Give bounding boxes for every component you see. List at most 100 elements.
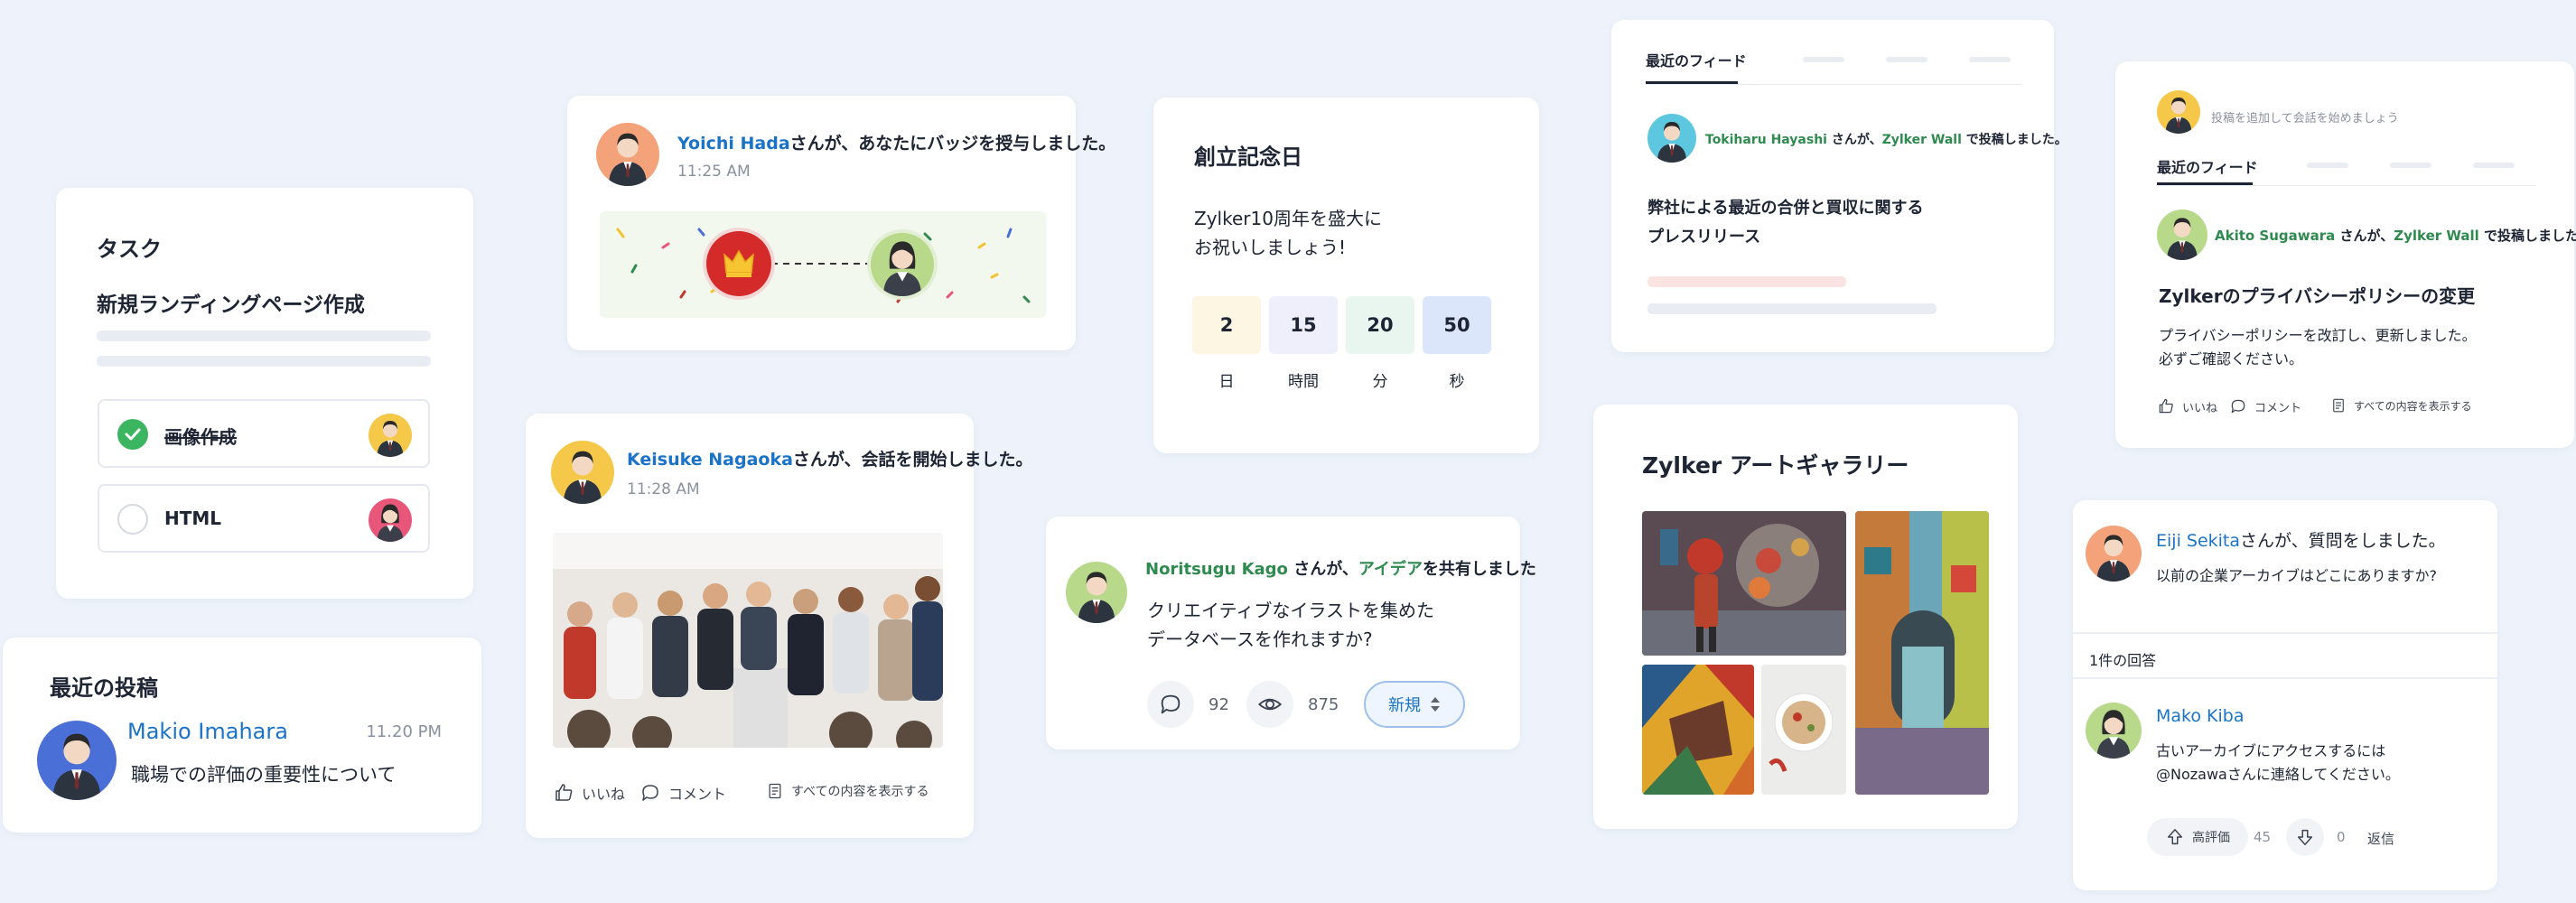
- gallery-image-street-art[interactable]: [1642, 511, 1846, 656]
- comment-count-button[interactable]: 92: [1147, 681, 1229, 728]
- gallery-image-geometric[interactable]: [1642, 665, 1754, 795]
- user-name[interactable]: Noritsugu Kago: [1145, 560, 1288, 579]
- like-icon: [553, 782, 574, 804]
- conversation-text: さんが、会話を開始しました。: [792, 450, 1033, 470]
- countdown-unit: 日: [1218, 373, 1235, 391]
- headline-text: で投稿しました。: [1961, 133, 2067, 147]
- comment-label: コメント: [2254, 401, 2302, 415]
- tab-divider: [2157, 185, 2536, 186]
- user-name[interactable]: Akito Sugawara: [2215, 228, 2335, 244]
- tab-placeholder[interactable]: [2390, 163, 2431, 168]
- question-card: Eiji Sekitaさんが、質問をしました。 以前の企業アーカイブはどこにあり…: [2073, 500, 2497, 890]
- gallery-image-food[interactable]: [1761, 665, 1846, 795]
- like-button[interactable]: いいね: [553, 782, 625, 804]
- upvote-arrow-icon: [2167, 829, 2183, 845]
- comment-bubble-icon: [1147, 681, 1194, 728]
- idea-line1: クリエイティブなイラストを集めた: [1147, 600, 1434, 621]
- feed-tab-active[interactable]: 最近のフィード: [1646, 49, 1747, 70]
- author-name[interactable]: Makio Imahara: [127, 719, 288, 744]
- eye-icon: [1246, 681, 1293, 728]
- wall-link[interactable]: Zylker Wall: [2394, 228, 2479, 244]
- check-icon[interactable]: [117, 419, 148, 450]
- countdown: 2 日 15 時間 20 分 50 秒: [1192, 296, 1491, 391]
- divider: [2073, 632, 2497, 634]
- conversation-photo[interactable]: [553, 533, 943, 748]
- user-name[interactable]: Yoichi Hada: [677, 134, 790, 154]
- post-text[interactable]: 職場での評価の重要性について: [131, 760, 396, 787]
- task-item-open[interactable]: HTML: [98, 484, 430, 553]
- answer-count: 1件の回答: [2089, 652, 2157, 669]
- author-avatar: [37, 721, 117, 800]
- upvote-count: 45: [2254, 829, 2272, 845]
- task-item-done[interactable]: 画像作成: [98, 399, 430, 468]
- tab-placeholder[interactable]: [1969, 57, 2011, 62]
- idea-card: Noritsugu Kago さんが、アイデアを共有しました クリエイティブなイ…: [1046, 517, 1536, 749]
- countdown-unit: 時間: [1288, 373, 1319, 391]
- feed-headline: Akito Sugawara さんが、Zylker Wall で投稿しました。: [2215, 226, 2576, 245]
- tab-placeholder[interactable]: [1886, 57, 1927, 62]
- post-composer-input[interactable]: 投稿を追加して会話を始めましょう: [2211, 108, 2399, 126]
- view-all-button[interactable]: すべての内容を表示する: [766, 782, 929, 800]
- wall-link[interactable]: Zylker Wall: [1882, 133, 1962, 147]
- like-label: いいね: [2182, 401, 2218, 415]
- user-avatar: [1647, 114, 1696, 163]
- view-all-button[interactable]: すべての内容を表示する: [2330, 397, 2472, 414]
- countdown-hours: 15 時間: [1269, 296, 1338, 391]
- idea-headline: Noritsugu Kago さんが、アイデアを共有しました: [1145, 556, 1536, 580]
- checkbox-empty-icon[interactable]: [117, 504, 148, 535]
- like-icon: [2157, 397, 2175, 415]
- feed-card-2: 投稿を追加して会話を始めましょう 最近のフィード Akito Sugawara …: [2115, 61, 2576, 448]
- countdown-unit: 秒: [1449, 373, 1465, 391]
- idea-link[interactable]: アイデア: [1358, 560, 1423, 579]
- task-item-label: 画像作成: [164, 426, 237, 448]
- user-avatar: [2086, 526, 2142, 582]
- recipient-avatar: [871, 233, 934, 296]
- answer-user-name[interactable]: Mako Kiba: [2156, 706, 2244, 726]
- question-text: さんが、質問をしました。: [2240, 531, 2446, 551]
- view-count-button[interactable]: 875: [1246, 681, 1339, 728]
- badge-headline: Yoichi Hadaさんが、あなたにバッジを授与しました。: [677, 130, 1115, 154]
- user-avatar: [551, 441, 614, 504]
- like-button[interactable]: いいね: [2157, 397, 2217, 415]
- countdown-days: 2 日: [1192, 296, 1261, 391]
- comment-icon: [2229, 397, 2247, 415]
- confetti-decoration: [616, 228, 1031, 303]
- status-select[interactable]: 新規: [1364, 681, 1465, 728]
- upvote-button[interactable]: 高評価: [2147, 818, 2248, 856]
- answer-line1: 古いアーカイブにアクセスするには: [2156, 742, 2386, 759]
- downvote-arrow-icon: [2297, 829, 2313, 845]
- downvote-button[interactable]: [2286, 818, 2324, 856]
- answer-line2: @Nozawaさんに連絡してください。: [2156, 766, 2400, 783]
- comment-icon: [639, 782, 661, 804]
- upvote-label: 高評価: [2192, 831, 2230, 845]
- placeholder-bar: [1647, 276, 1846, 287]
- comment-button[interactable]: コメント: [2229, 397, 2301, 415]
- placeholder-bar: [97, 356, 431, 367]
- tab-placeholder[interactable]: [1803, 57, 1844, 62]
- headline-text: を共有しました: [1422, 560, 1536, 579]
- document-icon: [766, 782, 784, 800]
- feed-post-line2: プレスリリース: [1647, 228, 1761, 247]
- badge-card: Yoichi Hadaさんが、あなたにバッジを授与しました。 11:25 AM: [567, 96, 1115, 350]
- feed-tab-active[interactable]: 最近のフィード: [2157, 155, 2258, 177]
- gallery-image-alley[interactable]: [1855, 511, 1989, 795]
- divider: [2073, 677, 2497, 679]
- status-label: 新規: [1388, 696, 1421, 715]
- tab-placeholder[interactable]: [2473, 163, 2515, 168]
- countdown-minutes: 20 分: [1346, 296, 1414, 391]
- downvote-count: 0: [2337, 829, 2346, 845]
- task-card: タスク 新規ランディングページ作成 画像作成 HTML: [56, 188, 473, 599]
- reply-button[interactable]: 返信: [2367, 829, 2394, 848]
- user-name[interactable]: Keisuke Nagaoka: [627, 450, 793, 470]
- user-name[interactable]: Tokiharu Hayashi: [1705, 133, 1827, 147]
- comment-button[interactable]: コメント: [639, 782, 726, 804]
- view-all-label: すべての内容を表示する: [2354, 399, 2472, 413]
- countdown-seconds: 50 秒: [1423, 296, 1491, 391]
- headline-text: さんが、: [2335, 228, 2394, 244]
- anniversary-card: 創立記念日 Zylker10周年を盛大に お祝いしましょう! 2 日 15 時間…: [1153, 98, 1539, 453]
- task-subtitle: 新規ランディングページ作成: [97, 293, 365, 317]
- user-name[interactable]: Eiji Sekita: [2156, 531, 2240, 551]
- tab-placeholder[interactable]: [2307, 163, 2348, 168]
- sort-arrows-icon: [1431, 697, 1440, 712]
- headline-text: さんが、: [1287, 560, 1358, 579]
